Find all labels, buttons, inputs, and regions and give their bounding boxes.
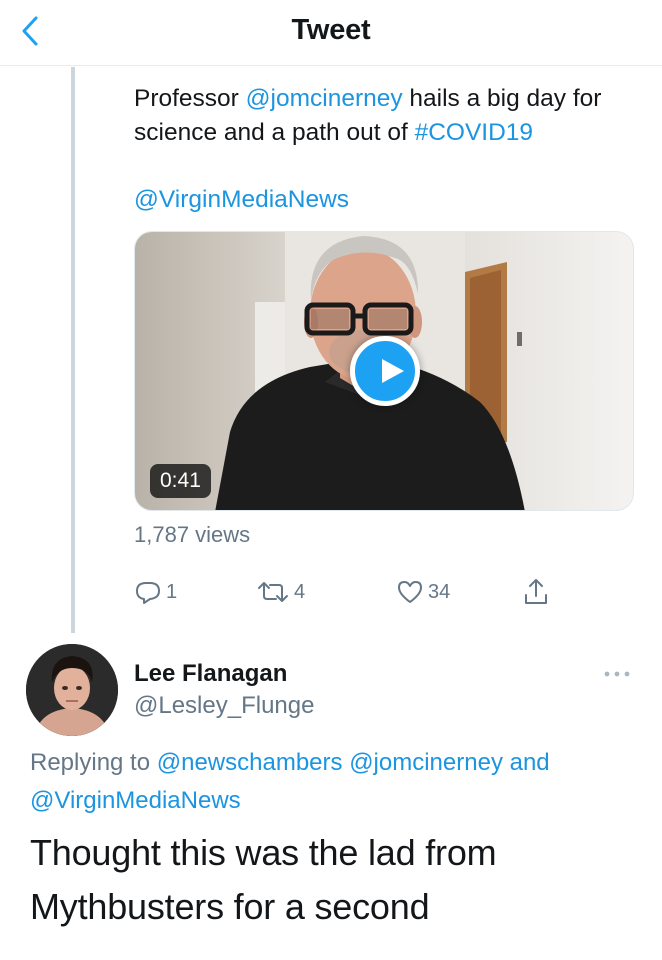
share-button[interactable] (522, 572, 550, 612)
mention-link[interactable]: @jomcinerney (349, 749, 503, 776)
hashtag-link[interactable]: #COVID19 (415, 119, 533, 146)
reply-author-name[interactable]: Lee Flanagan (134, 660, 287, 688)
retweet-count: 4 (294, 580, 306, 603)
video-player[interactable]: 0:41 (134, 231, 634, 511)
profile-photo (26, 644, 118, 736)
share-icon (525, 579, 547, 604)
replying-to-label: Replying to (30, 749, 157, 776)
more-options-button[interactable] (600, 664, 634, 684)
like-button[interactable]: 34 (396, 572, 450, 612)
reply-author-handle[interactable]: @Lesley_Flunge (134, 692, 314, 720)
mention-link[interactable]: @VirginMediaNews (134, 183, 349, 217)
view-count: 1,787 views (134, 522, 251, 547)
tweet-text: Professor @jomcinerney hails a big day f… (134, 82, 634, 150)
reply-button[interactable]: 1 (134, 572, 177, 612)
replying-and: and (502, 749, 550, 776)
top-bar: Tweet (0, 0, 662, 66)
retweet-button[interactable]: 4 (256, 572, 305, 612)
video-duration: 0:41 (150, 464, 211, 498)
more-icon (604, 671, 630, 677)
mention-link[interactable]: @jomcinerney (246, 85, 403, 112)
reply-icon (136, 582, 160, 604)
page-title: Tweet (291, 14, 371, 46)
mention-link[interactable]: @VirginMediaNews (30, 787, 241, 814)
thread-connector-line (71, 67, 75, 633)
tweet-text-prefix: Professor (134, 85, 246, 112)
tweet-actions: 1 4 34 (134, 572, 634, 612)
avatar[interactable] (26, 644, 118, 736)
retweet-icon (258, 582, 288, 602)
reply-count: 1 (166, 580, 178, 603)
like-count: 34 (428, 580, 451, 603)
reply-text: Thought this was the lad from Mythbuster… (30, 832, 497, 927)
play-button[interactable] (350, 336, 420, 406)
heart-icon (398, 581, 422, 603)
replying-to: Replying to @newschambers @jomcinerney a… (30, 744, 640, 820)
mention-link[interactable]: @newschambers (157, 749, 343, 776)
play-icon (382, 359, 404, 383)
